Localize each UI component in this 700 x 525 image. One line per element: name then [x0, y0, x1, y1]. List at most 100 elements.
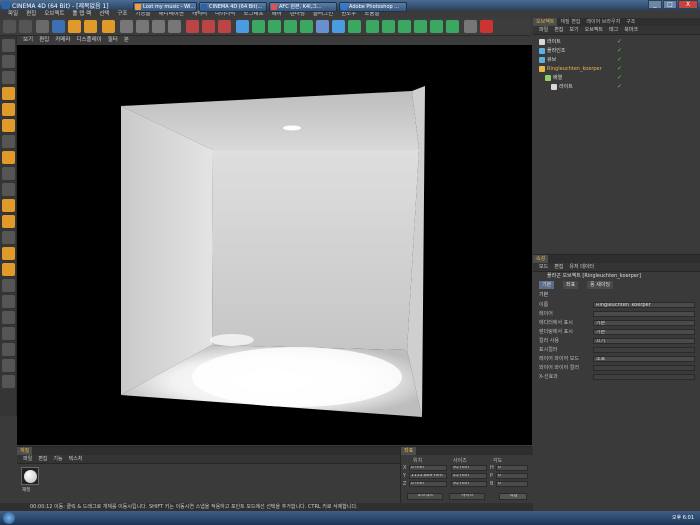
redo-icon[interactable]	[19, 20, 32, 33]
om-menu-item-0[interactable]: 파일	[539, 26, 548, 34]
x-axis-icon[interactable]	[120, 20, 133, 33]
environment-icon[interactable]	[316, 20, 329, 33]
tag-icon[interactable]	[446, 20, 459, 33]
array-icon[interactable]	[284, 20, 297, 33]
last-tool-icon[interactable]	[102, 20, 115, 33]
taskbar-item-1[interactable]: CINEMA 4D (64 Bit)...	[199, 2, 267, 12]
object-row[interactable]: 라이트 ✓	[533, 83, 700, 91]
coordinate-system-icon[interactable]	[168, 20, 181, 33]
viewport-menu-item-3[interactable]: 디스플레이	[76, 36, 101, 45]
record-icon[interactable]	[480, 20, 493, 33]
sky-icon[interactable]	[430, 20, 443, 33]
rotation-field[interactable]: 0 °	[496, 465, 528, 471]
subdivision-icon[interactable]	[268, 20, 281, 33]
workplane-icon[interactable]	[2, 215, 15, 228]
attribute-value[interactable]: Ringleuchten_koerper	[593, 302, 695, 308]
taskbar-item-0[interactable]: Lost my music - Wi...	[133, 2, 197, 12]
material-thumbnail[interactable]	[21, 467, 39, 485]
om-tab-1[interactable]: 재질 편집	[557, 18, 583, 26]
area-light-icon[interactable]	[414, 20, 427, 33]
om-menu-item-3[interactable]: 오브젝트	[585, 26, 603, 34]
make-editable-icon[interactable]	[2, 39, 15, 52]
object-row[interactable]: 라이트 ✓	[533, 38, 700, 46]
close-button[interactable]: X	[678, 0, 698, 9]
snap-icon[interactable]	[2, 199, 15, 212]
menu-item-3[interactable]: 툴 탭 렉	[73, 10, 92, 18]
select-icon[interactable]	[36, 20, 49, 33]
viewport-menu-item-0[interactable]: 보기	[23, 36, 33, 45]
checker-icon[interactable]	[2, 183, 15, 196]
cube-icon[interactable]	[236, 20, 249, 33]
visibility-check-icon[interactable]: ✓	[617, 83, 622, 91]
attr-subtab-1[interactable]: 좌표	[563, 281, 579, 289]
rotation-field[interactable]: 0 °	[496, 473, 528, 479]
light-icon[interactable]	[366, 20, 379, 33]
om-tab-3[interactable]: 구조	[623, 18, 638, 26]
solo-icon[interactable]	[2, 295, 15, 308]
object-row[interactable]: 큐브 ✓	[533, 56, 700, 64]
attribute-value[interactable]: 기본	[593, 320, 695, 326]
camera-icon[interactable]	[332, 20, 345, 33]
menu-item-0[interactable]: 파일	[8, 10, 18, 18]
object-row[interactable]: 배열 ✓	[533, 74, 700, 82]
om-menu-item-1[interactable]: 편집	[554, 26, 563, 34]
attribute-value[interactable]: 기본	[593, 329, 695, 335]
om-tab-0[interactable]: 오브젝트	[533, 18, 558, 26]
visibility-check-icon[interactable]: ✓	[617, 38, 622, 46]
spotlight-icon[interactable]	[382, 20, 395, 33]
size-mode-dropdown[interactable]: 사이즈	[449, 493, 485, 500]
coordinate-mode-dropdown[interactable]: 오브젝트	[407, 493, 443, 500]
rotation-field[interactable]: 0 °	[496, 481, 528, 487]
size-field[interactable]: 95 mm	[451, 465, 487, 471]
size-field[interactable]: 25 mm	[451, 473, 487, 479]
menu-item-4[interactable]: 선택	[99, 10, 109, 18]
tweak-mode-icon[interactable]	[2, 167, 15, 180]
knife-icon[interactable]	[2, 343, 15, 356]
menu-item-2[interactable]: 오브젝트	[44, 10, 64, 18]
attr-subtab-0[interactable]: 기본	[539, 281, 555, 289]
rotate-icon[interactable]	[84, 20, 97, 33]
visibility-check-icon[interactable]: ✓	[617, 47, 622, 55]
attr-menu-item-0[interactable]: 모드	[539, 263, 548, 271]
taskbar-item-2[interactable]: AFC 원본, K4l,그...	[269, 2, 337, 12]
attr-subtab-2[interactable]: 퐁 셰이딩	[587, 281, 613, 289]
mat-menu-item-1[interactable]: 편집	[38, 455, 47, 463]
grid-icon[interactable]	[2, 279, 15, 292]
pen-icon[interactable]	[252, 20, 265, 33]
object-row[interactable]: 플라인조 ✓	[533, 47, 700, 55]
tab-attributes[interactable]: 속성	[533, 255, 549, 263]
polygons-mode-icon[interactable]	[2, 119, 15, 132]
render-picture-viewer-icon[interactable]	[202, 20, 215, 33]
maximize-button[interactable]: □	[663, 0, 677, 9]
z-axis-icon[interactable]	[152, 20, 165, 33]
attr-menu-item-1[interactable]: 편집	[554, 263, 563, 271]
model-mode-icon[interactable]	[2, 55, 15, 68]
mat-menu-item-2[interactable]: 기능	[53, 455, 62, 463]
extrude-icon[interactable]	[2, 375, 15, 388]
position-field[interactable]: 0 mm	[409, 481, 447, 487]
attribute-value[interactable]: 끄기	[593, 338, 695, 344]
om-tab-2[interactable]: 레이어 브라우저	[583, 18, 623, 26]
spline-icon[interactable]	[2, 327, 15, 340]
attribute-value[interactable]	[593, 374, 695, 380]
om-menu-item-4[interactable]: 태그	[609, 26, 618, 34]
target-light-icon[interactable]	[398, 20, 411, 33]
paint-icon[interactable]	[2, 247, 15, 260]
render-view-icon[interactable]	[186, 20, 199, 33]
points-mode-icon[interactable]	[2, 87, 15, 100]
position-field[interactable]: 1113.869 mm	[409, 473, 447, 479]
position-field[interactable]: 0 mm	[409, 465, 447, 471]
attribute-value[interactable]	[593, 365, 695, 371]
viewport[interactable]	[17, 45, 532, 445]
tab-material[interactable]: 재질	[17, 447, 33, 455]
render-settings-icon[interactable]	[218, 20, 231, 33]
viewport-menu-item-2[interactable]: 카메라	[55, 36, 70, 45]
visibility-check-icon[interactable]: ✓	[617, 74, 622, 82]
texture-mode-icon[interactable]	[2, 135, 15, 148]
size-field[interactable]: 95 mm	[451, 481, 487, 487]
apply-button[interactable]: 적용	[499, 493, 527, 500]
menu-item-5[interactable]: 구조	[117, 10, 127, 18]
taskbar-item-3[interactable]: Adobe Photoshop ...	[339, 2, 407, 12]
viewport-menu-item-1[interactable]: 편집	[39, 36, 49, 45]
floor-icon[interactable]	[348, 20, 361, 33]
